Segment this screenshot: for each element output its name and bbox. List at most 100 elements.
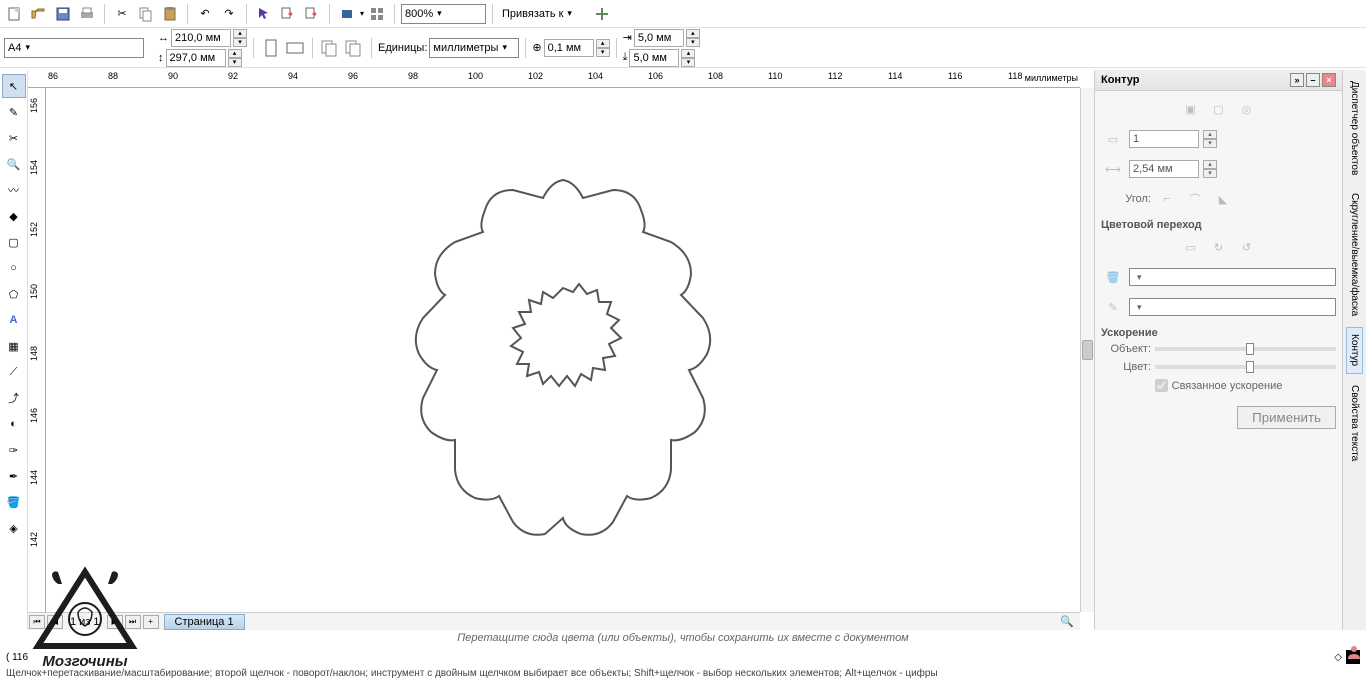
portrait-icon[interactable] xyxy=(260,37,282,59)
corner-miter-icon[interactable]: ⌐ xyxy=(1155,187,1179,211)
canvas[interactable] xyxy=(46,88,1080,612)
zoom-fit-icon[interactable]: 🔍 xyxy=(1060,615,1074,628)
cut-icon[interactable]: ✂ xyxy=(111,3,133,25)
print-icon[interactable] xyxy=(76,3,98,25)
offset-icon: ⟷ xyxy=(1101,157,1125,181)
snap-options-icon[interactable] xyxy=(591,3,613,25)
outline-tool[interactable]: ✒ xyxy=(2,464,26,488)
main-toolbar: ✂ ↶ ↷ ▾ 800% Привязать к xyxy=(0,0,1366,28)
docker-collapse-btn[interactable]: » xyxy=(1290,73,1304,87)
polygon-tool[interactable]: ⬠ xyxy=(2,282,26,306)
docker-title: Контур xyxy=(1101,74,1139,86)
units-label: Единицы: xyxy=(378,42,427,54)
export-icon[interactable] xyxy=(301,3,323,25)
width-spinner[interactable]: ▴▾ xyxy=(233,29,247,47)
smart-fill-tool[interactable]: ◆ xyxy=(2,204,26,228)
import-icon[interactable] xyxy=(277,3,299,25)
docker-minimize-btn[interactable]: – xyxy=(1306,73,1320,87)
fill-tool[interactable]: 🪣 xyxy=(2,490,26,514)
color-accel-slider[interactable] xyxy=(1155,365,1336,369)
open-file-icon[interactable] xyxy=(28,3,50,25)
units-combo[interactable]: миллиметры xyxy=(429,38,519,58)
rectangle-tool[interactable]: ▢ xyxy=(2,230,26,254)
snap-menu[interactable]: Привязать к xyxy=(499,4,589,24)
connector-tool[interactable]: ⤴ xyxy=(2,386,26,410)
width-icon: ↔ xyxy=(158,32,169,44)
save-icon[interactable] xyxy=(52,3,74,25)
table-tool[interactable]: ▦ xyxy=(2,334,26,358)
tab-contour[interactable]: Контур xyxy=(1346,327,1363,373)
object-accel-slider[interactable] xyxy=(1155,347,1336,351)
pick-tool[interactable]: ↖ xyxy=(2,74,26,98)
nudge-spinner[interactable]: ▴▾ xyxy=(596,39,610,57)
watermark-logo: Мозгочины xyxy=(20,564,150,670)
steps-spinner[interactable]: ▴▾ xyxy=(1203,130,1217,148)
tab-fillet[interactable]: Скругление/выемка/фаска xyxy=(1346,186,1363,323)
text-tool[interactable]: A xyxy=(2,308,26,332)
dup-x-input[interactable] xyxy=(634,29,684,47)
steps-icon: ▭ xyxy=(1101,127,1125,151)
page-width-input[interactable] xyxy=(171,29,231,47)
offset-spinner[interactable]: ▴▾ xyxy=(1203,160,1217,178)
corner-bevel-icon[interactable]: ◣ xyxy=(1211,187,1235,211)
freehand-tool[interactable]: 〰 xyxy=(2,178,26,202)
zoom-combo[interactable]: 800% xyxy=(401,4,486,24)
ellipse-tool[interactable]: ○ xyxy=(2,256,26,280)
shape-tool[interactable]: ✎ xyxy=(2,100,26,124)
fill-indicator-icon[interactable]: ◇ xyxy=(1334,652,1342,663)
gradient-section-title: Цветовой переход xyxy=(1101,219,1336,231)
zoom-tool[interactable]: 🔍 xyxy=(2,152,26,176)
user-icon[interactable] xyxy=(1346,644,1362,660)
new-file-icon[interactable] xyxy=(4,3,26,25)
pointer-tool-icon[interactable] xyxy=(253,3,275,25)
contour-center-icon[interactable]: ◎ xyxy=(1235,97,1259,121)
docker-tabs: Диспетчер объектов Скругление/выемка/фас… xyxy=(1342,70,1366,630)
interactive-tool[interactable]: ◐ xyxy=(2,412,26,436)
landscape-icon[interactable] xyxy=(284,37,306,59)
contour-offset-input[interactable] xyxy=(1129,160,1199,178)
all-pages-icon[interactable] xyxy=(319,37,341,59)
publish-icon[interactable] xyxy=(336,3,358,25)
dimension-tool[interactable]: ⟋ xyxy=(2,360,26,384)
fill-color-combo[interactable] xyxy=(1129,268,1336,286)
grad-cw-icon[interactable]: ↻ xyxy=(1207,235,1231,259)
crop-tool[interactable]: ✂ xyxy=(2,126,26,150)
grad-linear-icon[interactable]: ▭ xyxy=(1179,235,1203,259)
contour-steps-input[interactable] xyxy=(1129,130,1199,148)
paste-icon[interactable] xyxy=(159,3,181,25)
docker-titlebar: Контур » – × xyxy=(1095,70,1342,91)
dup-y-input[interactable] xyxy=(629,49,679,67)
gear-drawing xyxy=(373,160,753,540)
interactive-fill-tool[interactable]: ◈ xyxy=(2,516,26,540)
tab-text-props[interactable]: Свойства текста xyxy=(1346,378,1363,468)
eyedropper-tool[interactable]: ✑ xyxy=(2,438,26,462)
docker-close-btn[interactable]: × xyxy=(1322,73,1336,87)
page-size-combo[interactable]: A4 xyxy=(4,38,144,58)
contour-outside-icon[interactable]: ▢ xyxy=(1207,97,1231,121)
redo-icon[interactable]: ↷ xyxy=(218,3,240,25)
dup-y-icon: ⤓ xyxy=(623,51,628,64)
dup-y-spinner[interactable]: ▴▾ xyxy=(681,49,695,67)
nudge-input[interactable] xyxy=(544,39,594,57)
app-launcher-icon[interactable] xyxy=(366,3,388,25)
corner-round-icon[interactable]: ⌒ xyxy=(1183,187,1207,211)
angle-label: Угол: xyxy=(1101,193,1151,205)
linked-accel-checkbox[interactable] xyxy=(1155,379,1168,392)
tab-object-manager[interactable]: Диспетчер объектов xyxy=(1346,74,1363,182)
page-height-input[interactable] xyxy=(166,49,226,67)
height-spinner[interactable]: ▴▾ xyxy=(228,49,242,67)
vertical-ruler: 156154152150148146144142 xyxy=(28,88,46,612)
horizontal-ruler: миллиметры 86889092949698100102104106108… xyxy=(28,70,1080,88)
dup-x-spinner[interactable]: ▴▾ xyxy=(686,29,700,47)
property-bar: A4 ↔ ▴▾ ↕ ▴▾ Единицы: миллиметры ⊕ ▴▾ ⇥ … xyxy=(0,28,1366,68)
current-page-icon[interactable] xyxy=(343,37,365,59)
grad-ccw-icon[interactable]: ↺ xyxy=(1235,235,1259,259)
toolbox: ↖ ✎ ✂ 🔍 〰 ◆ ▢ ○ ⬠ A ▦ ⟋ ⤴ ◐ ✑ ✒ 🪣 ◈ xyxy=(0,70,28,630)
contour-inside-icon[interactable]: ▣ xyxy=(1179,97,1203,121)
undo-icon[interactable]: ↶ xyxy=(194,3,216,25)
vertical-scrollbar[interactable] xyxy=(1080,88,1094,612)
outline-color-combo[interactable] xyxy=(1129,298,1336,316)
apply-button[interactable]: Применить xyxy=(1237,406,1336,429)
copy-icon[interactable] xyxy=(135,3,157,25)
page-tab-1[interactable]: Страница 1 xyxy=(164,614,245,630)
